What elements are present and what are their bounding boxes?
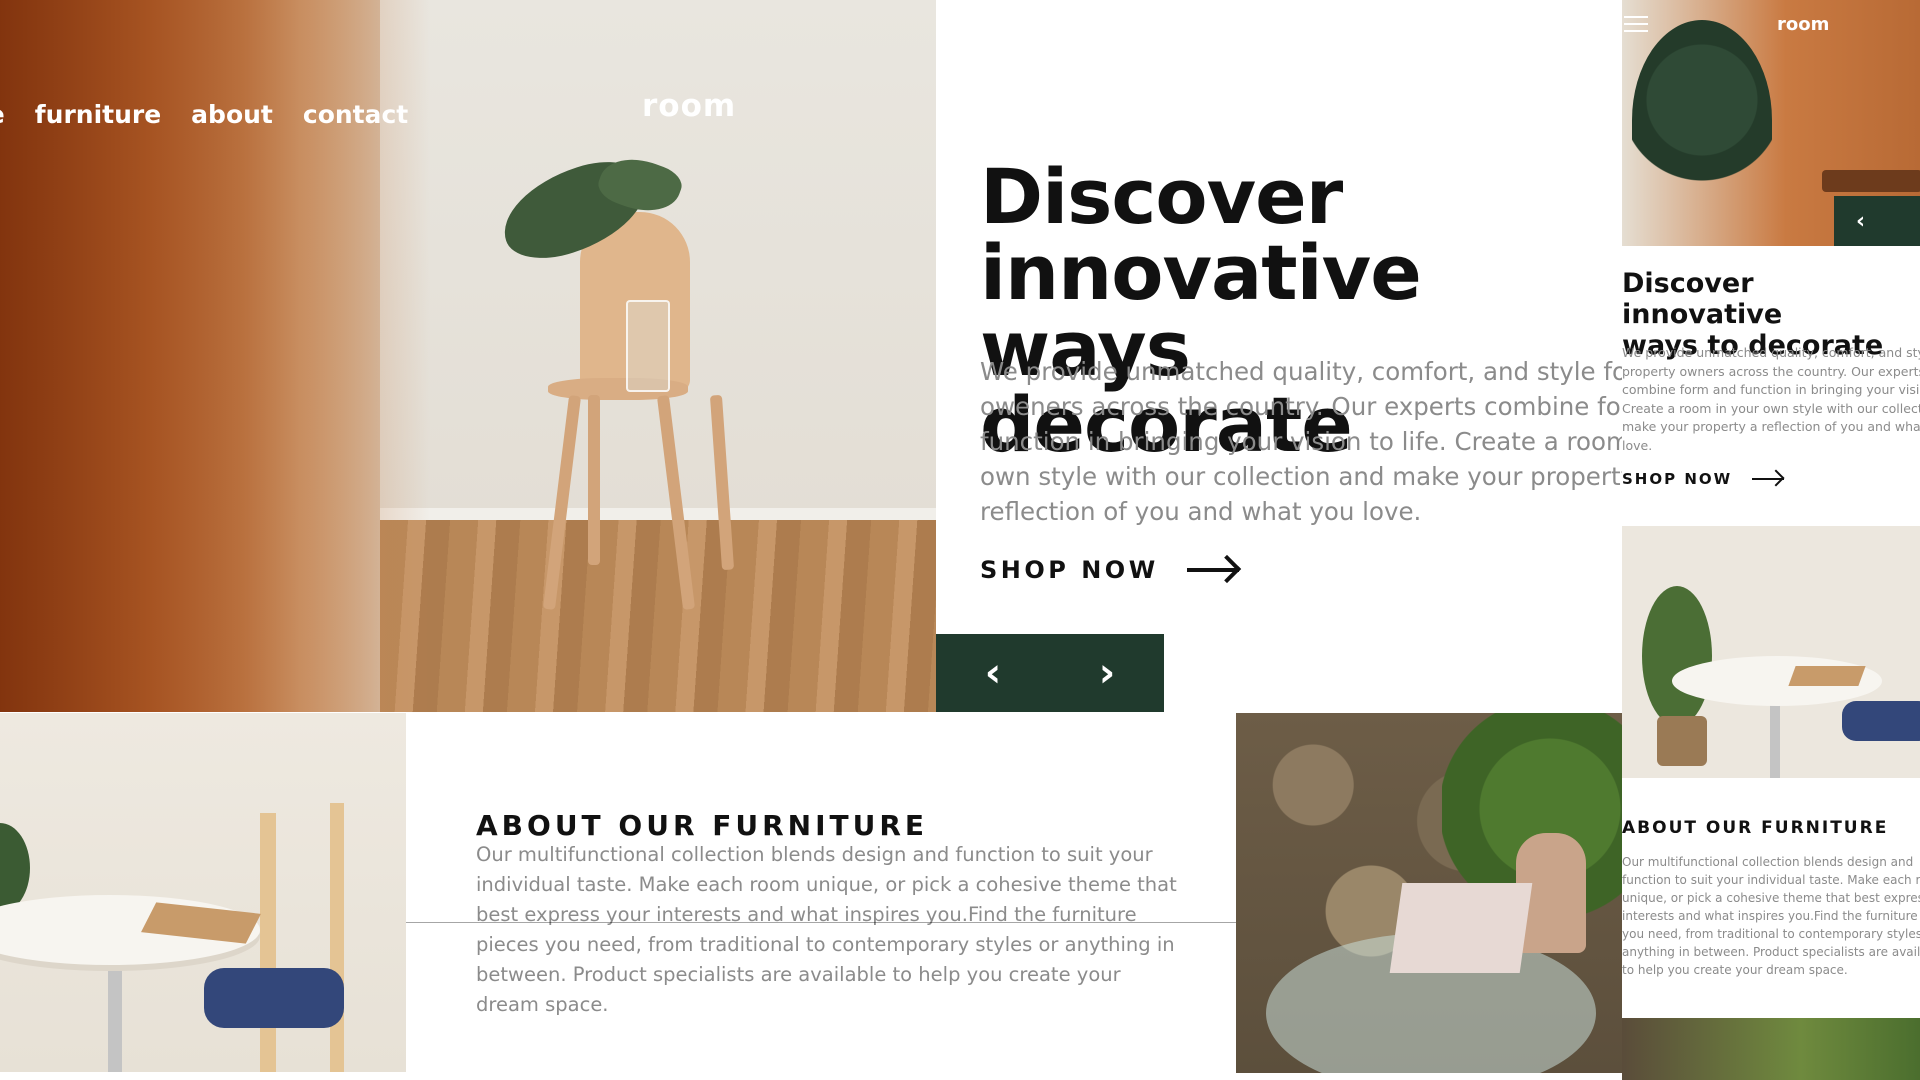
- mobile-hero-image: room ‹: [1622, 0, 1920, 246]
- mobile-workspace-image: [1622, 1018, 1920, 1080]
- hero-desc-line: We provide unmatched quality, comfort, a…: [980, 357, 1622, 386]
- mobile-preview: room ‹ Discover innovative ways to decor…: [1622, 0, 1920, 1080]
- shop-now-label: SHOP NOW: [980, 556, 1159, 584]
- mobile-title-line: Discover innovative: [1622, 268, 1783, 330]
- about-desc-line: pieces you need, from traditional to con…: [476, 933, 1175, 956]
- mobile-about-plant: [1642, 586, 1712, 726]
- mobile-about-pot: [1657, 716, 1707, 766]
- nav-contact[interactable]: contact: [303, 100, 408, 129]
- mobile-about-title: ABOUT OUR FURNITURE: [1622, 818, 1889, 838]
- hero-image: ne furniture about contact room: [0, 0, 936, 712]
- arrow-right-icon: [1186, 568, 1239, 572]
- about-description: Our multifunctional collection blends de…: [476, 840, 1177, 1020]
- about-desc-line: best express your interests and what ins…: [476, 903, 1137, 926]
- mobile-desc-line: love.: [1622, 437, 1653, 453]
- nav-about[interactable]: about: [191, 100, 273, 129]
- hero-desc-line: own style with our collection and make y…: [980, 462, 1622, 491]
- mobile-desc-line: make your property a reflection of you a…: [1622, 419, 1920, 435]
- laptop: [1389, 883, 1533, 973]
- workspace-image: [1236, 713, 1622, 1073]
- mobile-about-line: Our multifunctional collection blends de…: [1622, 855, 1914, 869]
- mobile-book: [1788, 666, 1866, 686]
- mobile-shop-now-label: SHOP NOW: [1622, 470, 1733, 488]
- mobile-about-line: to help you create your dream space.: [1622, 963, 1848, 977]
- glass-vase: [626, 300, 670, 392]
- mobile-desc-line: We provide unmatched quality, comfort, a…: [1622, 345, 1920, 360]
- chevron-left-icon: ‹: [1856, 208, 1866, 234]
- about-desc-line: between. Product specialists are availab…: [476, 963, 1121, 986]
- mobile-about-line: function to suit your individual taste. …: [1622, 873, 1920, 887]
- hero-desc-line: reflection of you and what you love.: [980, 497, 1422, 526]
- shop-now-button[interactable]: SHOP NOW: [980, 556, 1239, 584]
- about-wall: [0, 713, 406, 1072]
- chevron-left-icon[interactable]: ‹: [985, 653, 1001, 693]
- menu-icon[interactable]: [1624, 16, 1648, 32]
- mobile-about-line: anything in between. Product specialists…: [1622, 945, 1920, 959]
- mobile-desc-line: property owners across the country. Our …: [1622, 363, 1920, 379]
- chair-leg: [588, 395, 600, 565]
- site-logo[interactable]: room: [642, 88, 736, 124]
- nav-furniture[interactable]: furniture: [35, 100, 161, 129]
- arrow-right-icon: [1752, 478, 1785, 480]
- mobile-about-image: [1622, 526, 1920, 778]
- about-image: [0, 713, 406, 1072]
- mobile-about-line: you need, from traditional to contempora…: [1622, 927, 1920, 941]
- main-nav: ne furniture about contact: [0, 100, 408, 129]
- chevron-right-icon[interactable]: ›: [1099, 653, 1115, 693]
- mobile-about-line: interests and what inspires you.Find the…: [1622, 909, 1920, 923]
- mobile-about-description: Our multifunctional collection blends de…: [1622, 853, 1920, 979]
- mobile-desc-line: Create a room in your own style with our…: [1622, 400, 1920, 416]
- mobile-prev-button[interactable]: ‹: [1834, 196, 1920, 246]
- mobile-plant: [1632, 20, 1772, 220]
- hero-desc-line: oweners across the country. Our experts …: [980, 392, 1622, 421]
- about-table-pole: [108, 953, 122, 1072]
- mobile-desc-line: combine form and function in bringing yo…: [1622, 382, 1920, 398]
- about-desc-line: dream space.: [476, 993, 609, 1016]
- mobile-table-pole: [1770, 696, 1780, 778]
- about-chair-post: [260, 813, 276, 1072]
- mobile-shop-now-button[interactable]: SHOP NOW: [1622, 470, 1785, 488]
- about-desc-line: Our multifunctional collection blends de…: [476, 843, 1153, 866]
- mobile-about-line: unique, or pick a cohesive theme that be…: [1622, 891, 1920, 905]
- about-cushion: [204, 968, 344, 1028]
- mobile-hero-description: We provide unmatched quality, comfort, a…: [1622, 344, 1920, 456]
- hero-description: We provide unmatched quality, comfort, a…: [980, 354, 1622, 530]
- slider-controls: ‹ ›: [936, 634, 1164, 712]
- mobile-cushion: [1842, 701, 1920, 741]
- hero-desc-line: function in bringing your vision to life…: [980, 427, 1622, 456]
- mobile-stool: [1822, 170, 1920, 192]
- about-chair-post: [330, 803, 344, 1072]
- about-title: ABOUT OUR FURNITURE: [476, 809, 929, 843]
- about-desc-line: individual taste. Make each room unique,…: [476, 873, 1177, 896]
- hero-floor: [380, 520, 936, 712]
- mobile-logo[interactable]: room: [1777, 14, 1829, 35]
- nav-home[interactable]: ne: [0, 100, 5, 129]
